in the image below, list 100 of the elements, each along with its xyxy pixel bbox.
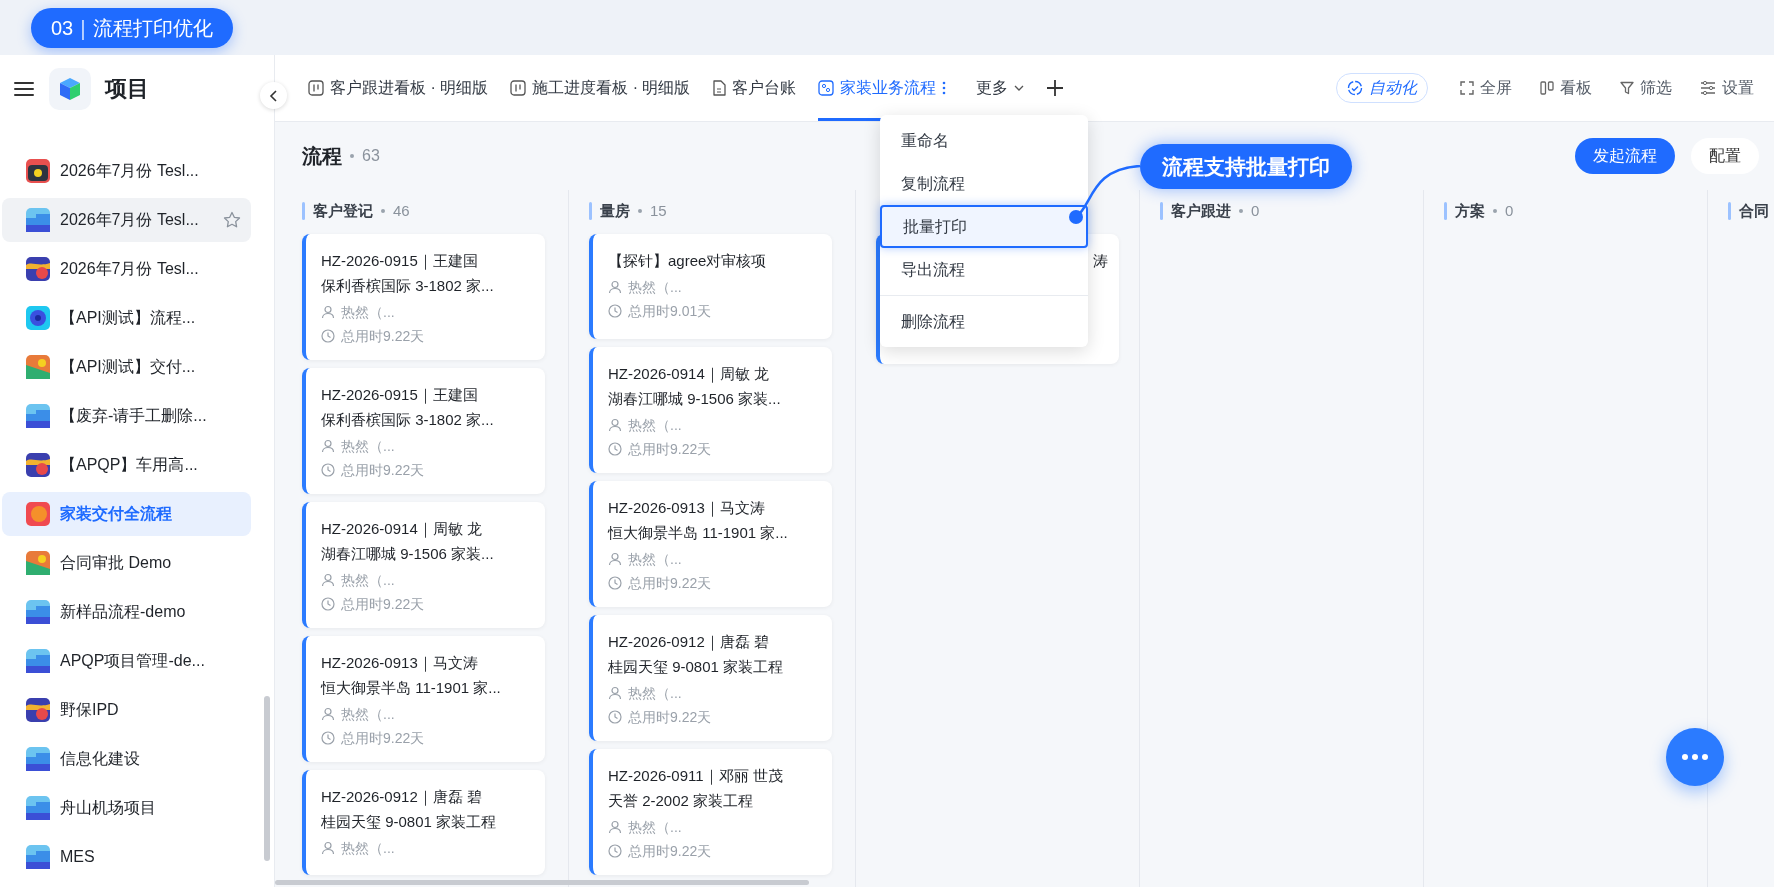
person-icon <box>321 841 335 855</box>
sidebar-item-label: 舟山机场项目 <box>60 798 156 818</box>
config-button[interactable]: 配置 <box>1691 138 1759 174</box>
card-owner: 热然（... <box>341 436 395 456</box>
person-icon <box>608 686 622 700</box>
tab[interactable]: 施工进度看板 · 明细版 <box>510 55 691 121</box>
flow-card[interactable]: HZ-2026-0913｜马文涛 恒大御景半岛 11-1901 家... 热然（... 总用时9.22天 <box>302 636 545 762</box>
sidebar-item[interactable]: 新样品流程-demo <box>2 590 251 634</box>
more-tab[interactable]: 更多 <box>976 76 1025 100</box>
menu-item[interactable]: 重命名 <box>880 119 1088 162</box>
card-title-line: HZ-2026-0913｜马文涛 <box>608 498 765 519</box>
person-icon <box>608 552 622 566</box>
person-icon <box>321 439 335 453</box>
more-button[interactable] <box>1666 728 1724 786</box>
dots-icon <box>1682 754 1708 760</box>
kebab-icon[interactable] <box>942 81 947 95</box>
start-flow-button[interactable]: 发起流程 <box>1575 138 1675 174</box>
board-icon <box>510 80 527 96</box>
menu-item[interactable]: 删除流程 <box>880 300 1088 343</box>
card-owner: 热然（... <box>628 683 682 703</box>
card-owner: 热然（... <box>341 704 395 724</box>
toolbar-button[interactable]: 全屏 <box>1460 76 1512 100</box>
sidebar-item[interactable]: 合同审批 Demo <box>2 541 251 585</box>
sidebar-item[interactable]: MES <box>2 835 251 879</box>
sidebar-item-label: 新样品流程-demo <box>60 602 186 622</box>
toolbar-button[interactable]: 筛选 <box>1620 76 1672 100</box>
sidebar-item[interactable]: 家装交付全流程 <box>2 492 251 536</box>
card-title-line: 桂园天玺 9-0801 家装工程 <box>321 812 497 832</box>
sidebar-item[interactable]: 2026年7月份 Tesl... <box>2 247 251 291</box>
column-count: 0 <box>1251 200 1260 221</box>
sidebar-item[interactable]: 野保IPD <box>2 688 251 732</box>
flow-card[interactable]: HZ-2026-0914｜周敏 龙 湖春江哪城 9-1506 家装... 热然（... 总用时9.22天 <box>302 502 545 628</box>
collapse-button[interactable] <box>260 82 287 109</box>
card-title-line: HZ-2026-0912｜唐磊 碧 <box>321 787 482 808</box>
layers-app-icon <box>26 208 50 232</box>
tab[interactable]: 客户跟进看板 · 明细版 <box>308 55 489 121</box>
sidebar-item[interactable]: 【API测试】流程... <box>2 296 251 340</box>
card-duration: 总用时9.22天 <box>341 326 425 346</box>
board-count: 63 <box>362 146 380 166</box>
person-icon <box>608 280 622 294</box>
sidebar-item[interactable]: 【API测试】交付... <box>2 345 251 389</box>
sidebar-item[interactable]: 2026年7月份 Tesl... <box>2 149 251 193</box>
clock-icon <box>608 844 622 858</box>
column-title: 量房 <box>600 200 630 221</box>
tab[interactable]: 客户台账 <box>712 55 797 121</box>
column-accent-bar <box>1160 202 1163 220</box>
flow-card[interactable]: HZ-2026-0915｜王建国 保利香槟国际 3-1802 家... 热然（... 总用时9.22天 <box>302 234 545 360</box>
card-duration: 总用时9.22天 <box>628 841 712 861</box>
column-title: 方案 <box>1455 200 1485 221</box>
dot-separator <box>1239 209 1243 213</box>
flow-card[interactable]: HZ-2026-0914｜周敏 龙 湖春江哪城 9-1506 家装... 热然（... 总用时9.22天 <box>589 347 832 473</box>
flow-card[interactable]: HZ-2026-0912｜唐磊 碧 桂园天玺 9-0801 家装工程 热然（... <box>302 770 545 875</box>
menu-item[interactable]: 导出流程 <box>880 248 1088 291</box>
column-accent-bar <box>589 202 592 220</box>
column-title: 客户登记 <box>313 200 373 221</box>
sidebar-item[interactable]: 【APQP】车用高... <box>2 443 251 487</box>
board-title: 流程 <box>302 144 342 169</box>
sidebar-item[interactable]: 舟山机场项目 <box>2 786 251 830</box>
card-owner: 热然（... <box>341 570 395 590</box>
layers-app-icon <box>26 796 50 820</box>
card-owner: 热然（... <box>628 415 682 435</box>
app-logo <box>49 67 91 110</box>
column-count: 0 <box>1505 200 1514 221</box>
flow-card[interactable]: HZ-2026-0915｜王建国 保利香槟国际 3-1802 家... 热然（... 总用时9.22天 <box>302 368 545 494</box>
toolbar-button[interactable]: 设置 <box>1700 76 1754 100</box>
flow-card[interactable]: HZ-2026-0912｜唐磊 碧 桂园天玺 9-0801 家装工程 热然（... 总用时9.22天 <box>589 615 832 741</box>
flow-card[interactable]: HZ-2026-0911｜邓丽 世茂 天誉 2-2002 家装工程 热然（... 总用时9.22天 <box>589 749 832 875</box>
layers-app-icon <box>26 747 50 771</box>
sidebar-item[interactable]: 【废弃-请手工删除... <box>2 394 251 438</box>
clock-icon <box>608 304 622 318</box>
card-duration: 总用时9.22天 <box>341 594 425 614</box>
sidebar-title: 项目 <box>105 75 149 103</box>
sidebar-item-label: 家装交付全流程 <box>60 504 172 524</box>
board-icon <box>308 80 324 96</box>
sidebar-item[interactable]: 信息化建设 <box>2 737 251 781</box>
column-accent-bar <box>1728 202 1731 220</box>
star-icon[interactable] <box>223 211 241 229</box>
column-count: 46 <box>393 200 410 221</box>
menu-item[interactable]: 批量打印 <box>880 205 1088 248</box>
card-title-line: HZ-2026-0915｜王建国 <box>321 251 478 272</box>
target-app-icon <box>26 306 50 330</box>
card-owner: 热然（... <box>341 838 395 858</box>
clock-icon <box>321 329 335 343</box>
automation-icon <box>1347 80 1363 96</box>
menu-icon[interactable] <box>13 79 35 98</box>
clock-icon <box>608 442 622 456</box>
sidebar-item-label: MES <box>60 847 95 867</box>
card-owner: 热然（... <box>628 277 682 297</box>
landscape-app-icon <box>26 551 50 575</box>
person-icon <box>608 820 622 834</box>
sidebar-item[interactable]: 2026年7月份 Tesl... <box>2 198 251 242</box>
card-duration: 总用时9.22天 <box>341 728 425 748</box>
flow-card[interactable]: 【探针】agree对审核项 热然（... 总用时9.01天 <box>589 234 832 339</box>
flow-card[interactable]: HZ-2026-0913｜马文涛 恒大御景半岛 11-1901 家... 热然（... 总用时9.22天 <box>589 481 832 607</box>
toolbar-button[interactable]: 看板 <box>1540 76 1592 100</box>
sidebar-item-label: 野保IPD <box>60 700 119 720</box>
sidebar-item[interactable]: APQP项目管理-de... <box>2 639 251 683</box>
menu-item[interactable]: 复制流程 <box>880 162 1088 205</box>
person-icon <box>321 573 335 587</box>
add-icon[interactable] <box>1046 79 1065 97</box>
